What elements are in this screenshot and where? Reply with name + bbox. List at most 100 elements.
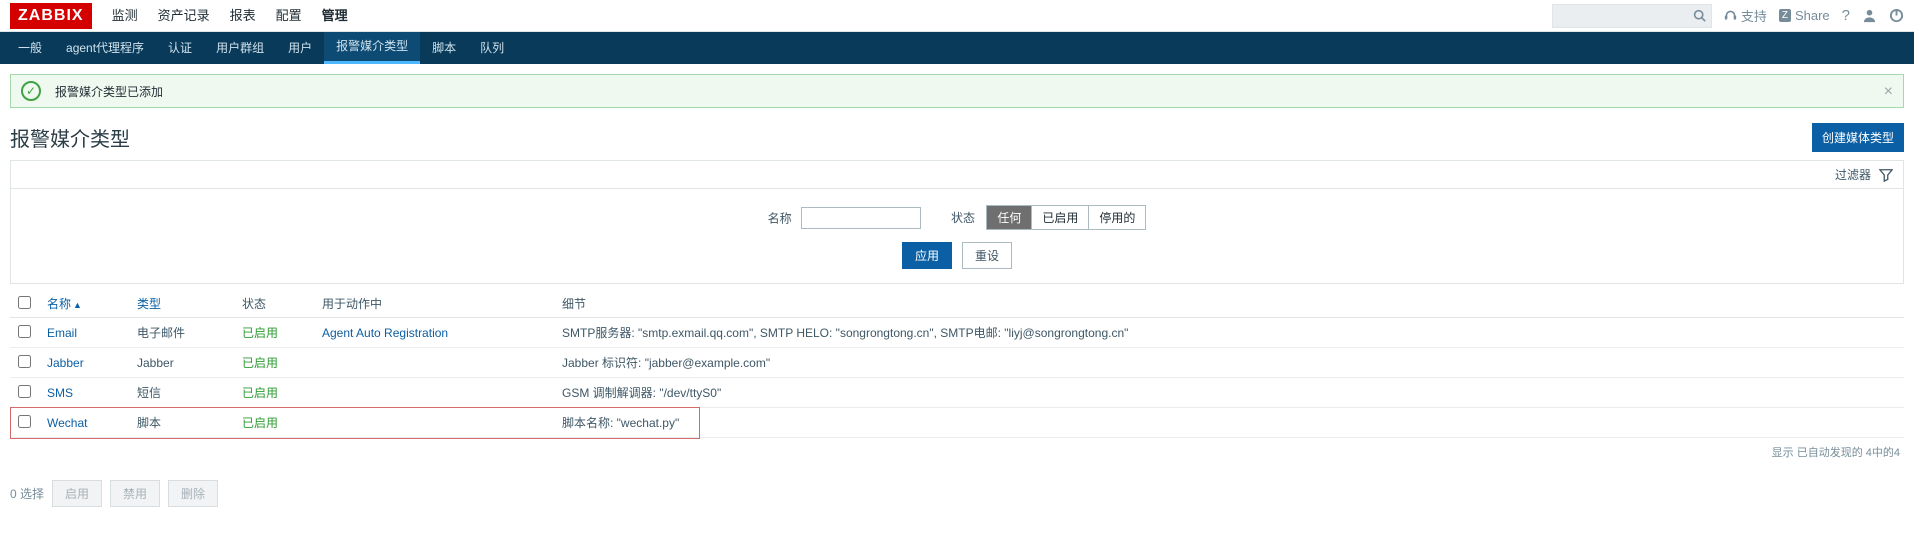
cell: Jabber 标识符: "jabber@example.com" [554,348,1904,378]
status-link[interactable]: 已启用 [242,356,278,370]
share-link[interactable]: Z Share [1779,8,1830,23]
bulk-delete-button[interactable]: 删除 [168,480,218,507]
selected-count: 0 选择 [10,485,44,502]
row-checkbox[interactable] [18,355,31,368]
cell: 脚本 [129,408,234,438]
subnav-item-7[interactable]: 队列 [468,32,516,64]
cell: 电子邮件 [129,318,234,348]
topnav-item-2[interactable]: 报表 [220,0,266,32]
table-row: Email 电子邮件已启用 Agent Auto Registration SMTP服… [10,318,1904,348]
topnav-item-1[interactable]: 资产记录 [148,0,220,32]
subnav-item-3[interactable]: 用户群组 [204,32,276,64]
action-link[interactable]: Agent Auto Registration [322,326,448,340]
select-all-checkbox[interactable] [18,296,31,309]
filter-body: 名称 状态 任何已启用停用的 应用 重设 [11,189,1903,283]
filter-status-group: 状态 任何已启用停用的 [951,205,1146,230]
cell: 短信 [129,378,234,408]
filter-toggle-label: 过滤器 [1835,166,1871,183]
cell: Jabber [129,348,234,378]
filter-status-label: 状态 [951,211,975,225]
table-header-row: 名称▲ 类型 状态 用于动作中 细节 [10,290,1904,318]
subnav-item-1[interactable]: agent代理程序 [54,32,156,64]
filter-name-group: 名称 [768,207,921,229]
row-checkbox[interactable] [18,415,31,428]
bulk-disable-button[interactable]: 禁用 [110,480,160,507]
subnav-item-0[interactable]: 一般 [6,32,54,64]
check-icon: ✓ [21,81,41,101]
table-row: SMS 短信已启用 GSM 调制解调器: "/dev/ttyS0" [10,378,1904,408]
share-label: Share [1795,8,1830,23]
topnav-item-3[interactable]: 配置 [266,0,312,32]
subnav-item-6[interactable]: 脚本 [420,32,468,64]
media-name-link[interactable]: Wechat [47,416,87,430]
col-type[interactable]: 类型 [129,290,234,318]
media-name-link[interactable]: Jabber [47,356,84,370]
support-label: 支持 [1741,6,1767,25]
logo: ZABBIX [10,3,92,29]
row-checkbox[interactable] [18,385,31,398]
status-link[interactable]: 已启用 [242,416,278,430]
cell: 脚本名称: "wechat.py" [554,408,1904,438]
filter-toggle[interactable]: 过滤器 [11,161,1903,189]
logout-icon[interactable] [1889,8,1904,23]
cell: Wechat [39,408,129,438]
cell [314,348,554,378]
cell: SMTP服务器: "smtp.exmail.qq.com", SMTP HELO… [554,318,1904,348]
cell [314,378,554,408]
cell: Agent Auto Registration [314,318,554,348]
top-nav: 监测资产记录报表配置管理 [102,0,358,32]
cell: 已启用 [234,348,314,378]
filter-name-input[interactable] [801,207,921,229]
col-name[interactable]: 名称▲ [39,290,129,318]
seg-1[interactable]: 已启用 [1032,206,1089,229]
support-link[interactable]: 支持 [1724,6,1767,25]
search-icon[interactable] [1693,9,1706,25]
cell [10,318,39,348]
status-link[interactable]: 已启用 [242,386,278,400]
topnav-item-4[interactable]: 管理 [312,0,358,32]
seg-2[interactable]: 停用的 [1089,206,1145,229]
sort-asc-icon: ▲ [73,300,82,310]
share-z-icon: Z [1779,9,1791,22]
table-row: Jabber Jabber 已启用 Jabber 标识符: "jabber@examp… [10,348,1904,378]
cell: Jabber [39,348,129,378]
subnav-item-4[interactable]: 用户 [276,32,324,64]
table-footer-count: 显示 已自动发现的 4中的4 [10,438,1904,462]
cell [10,348,39,378]
bulk-action-bar: 0 选择 启用 禁用 删除 [0,472,1914,515]
user-icon[interactable] [1862,8,1877,23]
status-segmented: 任何已启用停用的 [986,205,1146,230]
cell: GSM 调制解调器: "/dev/ttyS0" [554,378,1904,408]
close-icon[interactable]: × [1884,83,1893,101]
top-bar: ZABBIX 监测资产记录报表配置管理 支持 Z Share ? [0,0,1914,32]
reset-button[interactable]: 重设 [962,242,1012,269]
subnav-item-5[interactable]: 报警媒介类型 [324,32,420,64]
apply-button[interactable]: 应用 [902,242,952,269]
search-box [1552,4,1712,28]
cell [10,408,39,438]
page-title: 报警媒介类型 [10,123,130,152]
search-input[interactable] [1552,4,1712,28]
cell: 已启用 [234,318,314,348]
subnav-item-2[interactable]: 认证 [156,32,204,64]
bulk-enable-button[interactable]: 启用 [52,480,102,507]
help-icon[interactable]: ? [1842,7,1850,24]
cell: 已启用 [234,378,314,408]
cell: Email [39,318,129,348]
filter-name-label: 名称 [768,211,792,225]
seg-0[interactable]: 任何 [987,206,1032,229]
topnav-item-0[interactable]: 监测 [102,0,148,32]
sub-nav: 一般agent代理程序认证用户群组用户报警媒介类型脚本队列 [0,32,1914,64]
col-details: 细节 [554,290,1904,318]
col-usedin: 用于动作中 [314,290,554,318]
row-checkbox[interactable] [18,325,31,338]
page-title-row: 报警媒介类型 创建媒体类型 [0,118,1914,160]
media-name-link[interactable]: SMS [47,386,73,400]
cell [10,378,39,408]
col-status: 状态 [234,290,314,318]
media-type-table: 名称▲ 类型 状态 用于动作中 细节 Email电子邮件已启用Agent Aut… [10,290,1904,438]
status-link[interactable]: 已启用 [242,326,278,340]
create-media-type-button[interactable]: 创建媒体类型 [1812,123,1904,152]
media-name-link[interactable]: Email [47,326,77,340]
funnel-icon [1879,168,1893,182]
